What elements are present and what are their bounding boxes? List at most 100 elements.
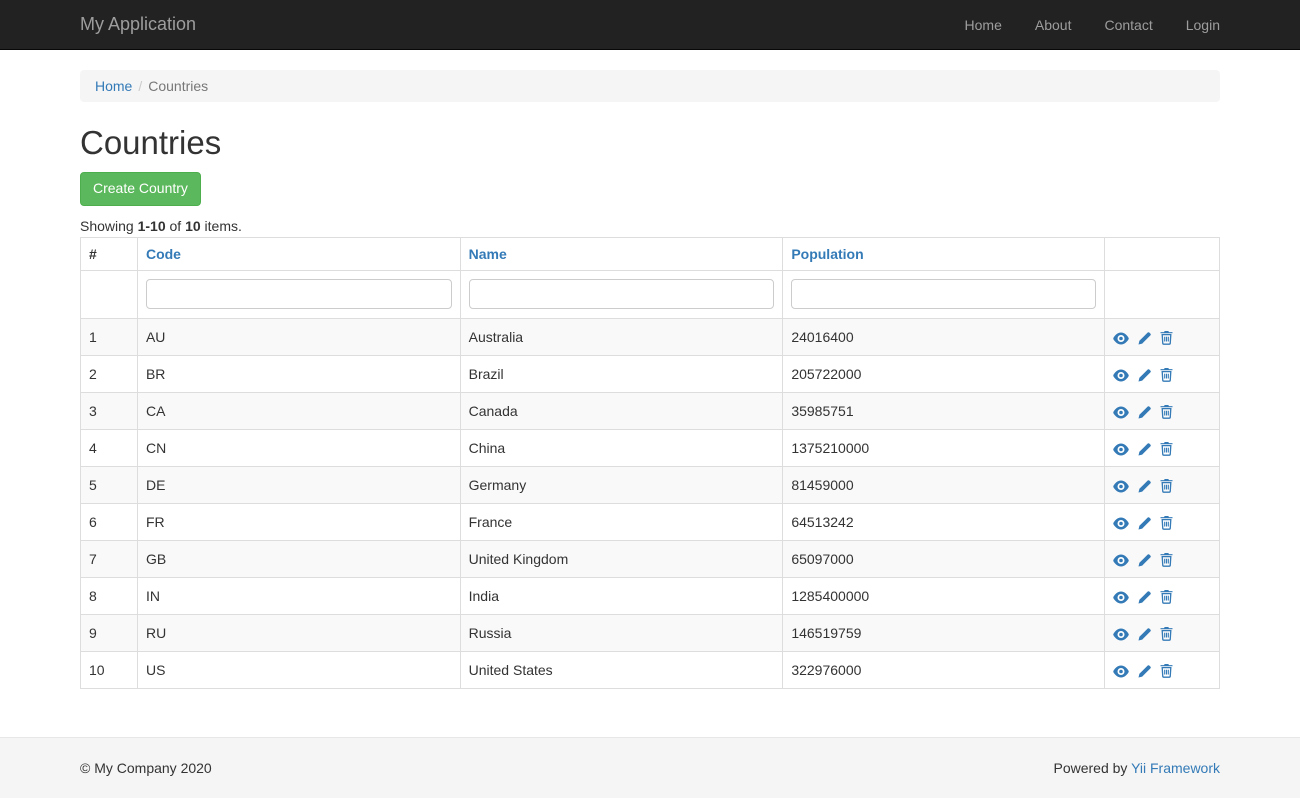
row-actions — [1105, 318, 1220, 355]
trash-icon — [1160, 516, 1173, 530]
table-header-row: # Code Name Population — [81, 237, 1220, 270]
view-button[interactable] — [1113, 404, 1129, 419]
update-button[interactable] — [1138, 478, 1151, 493]
nav-item-about[interactable]: About — [1035, 17, 1072, 33]
row-index: 6 — [81, 503, 138, 540]
view-button[interactable] — [1113, 589, 1129, 604]
delete-button[interactable] — [1160, 367, 1173, 382]
row-name: Brazil — [460, 355, 783, 392]
row-code: US — [137, 651, 460, 688]
code-filter-input[interactable] — [146, 279, 452, 309]
powered-by-prefix: Powered by — [1053, 760, 1131, 776]
nav-item-login[interactable]: Login — [1186, 17, 1220, 33]
name-filter-input[interactable] — [469, 279, 775, 309]
delete-button[interactable] — [1160, 330, 1173, 345]
update-button[interactable] — [1138, 367, 1151, 382]
pencil-icon — [1138, 443, 1151, 456]
breadcrumb-current: Countries — [148, 78, 208, 94]
row-code: RU — [137, 614, 460, 651]
row-code: FR — [137, 503, 460, 540]
navbar-menu: Home About Contact Login — [932, 17, 1220, 33]
breadcrumb-separator: / — [132, 78, 148, 94]
view-button[interactable] — [1113, 626, 1129, 641]
update-button[interactable] — [1138, 515, 1151, 530]
trash-icon — [1160, 590, 1173, 604]
row-code: AU — [137, 318, 460, 355]
row-name: China — [460, 429, 783, 466]
pencil-icon — [1138, 628, 1151, 641]
update-button[interactable] — [1138, 404, 1151, 419]
delete-button[interactable] — [1160, 552, 1173, 567]
view-button[interactable] — [1113, 515, 1129, 530]
table-row: 5 DE Germany 81459000 — [81, 466, 1220, 503]
view-button[interactable] — [1113, 330, 1129, 345]
row-population: 64513242 — [783, 503, 1105, 540]
table-row: 3 CA Canada 35985751 — [81, 392, 1220, 429]
row-index: 5 — [81, 466, 138, 503]
sort-link-name[interactable]: Name — [469, 246, 507, 262]
update-button[interactable] — [1138, 441, 1151, 456]
yii-framework-link[interactable]: Yii Framework — [1131, 760, 1220, 776]
delete-button[interactable] — [1160, 441, 1173, 456]
eye-icon — [1113, 480, 1129, 493]
column-header-index: # — [81, 237, 138, 270]
row-index: 3 — [81, 392, 138, 429]
breadcrumb: Home/Countries — [80, 70, 1220, 102]
summary-total: 10 — [185, 218, 201, 234]
delete-button[interactable] — [1160, 404, 1173, 419]
update-button[interactable] — [1138, 552, 1151, 567]
eye-icon — [1113, 406, 1129, 419]
trash-icon — [1160, 442, 1173, 456]
row-population: 65097000 — [783, 540, 1105, 577]
eye-icon — [1113, 591, 1129, 604]
nav-item-contact[interactable]: Contact — [1104, 17, 1152, 33]
delete-button[interactable] — [1160, 626, 1173, 641]
row-index: 2 — [81, 355, 138, 392]
column-header-actions — [1105, 237, 1220, 270]
view-button[interactable] — [1113, 552, 1129, 567]
table-row: 9 RU Russia 146519759 — [81, 614, 1220, 651]
row-actions — [1105, 540, 1220, 577]
row-population: 35985751 — [783, 392, 1105, 429]
population-filter-input[interactable] — [791, 279, 1096, 309]
sort-link-population[interactable]: Population — [791, 246, 863, 262]
row-index: 1 — [81, 318, 138, 355]
nav-item-home[interactable]: Home — [965, 17, 1002, 33]
row-name: Germany — [460, 466, 783, 503]
breadcrumb-home-link[interactable]: Home — [95, 78, 132, 94]
row-actions — [1105, 503, 1220, 540]
view-button[interactable] — [1113, 478, 1129, 493]
table-row: 7 GB United Kingdom 65097000 — [81, 540, 1220, 577]
update-button[interactable] — [1138, 663, 1151, 678]
table-filter-row — [81, 270, 1220, 318]
create-country-button[interactable]: Create Country — [80, 172, 201, 206]
delete-button[interactable] — [1160, 589, 1173, 604]
row-name: United States — [460, 651, 783, 688]
row-index: 4 — [81, 429, 138, 466]
update-button[interactable] — [1138, 626, 1151, 641]
row-index: 7 — [81, 540, 138, 577]
filter-cell-actions — [1105, 270, 1220, 318]
pencil-icon — [1138, 406, 1151, 419]
row-population: 81459000 — [783, 466, 1105, 503]
view-button[interactable] — [1113, 441, 1129, 456]
delete-button[interactable] — [1160, 663, 1173, 678]
row-population: 1285400000 — [783, 577, 1105, 614]
table-row: 8 IN India 1285400000 — [81, 577, 1220, 614]
summary-prefix: Showing — [80, 218, 138, 234]
update-button[interactable] — [1138, 330, 1151, 345]
trash-icon — [1160, 331, 1173, 345]
sort-link-code[interactable]: Code — [146, 246, 181, 262]
row-code: IN — [137, 577, 460, 614]
view-button[interactable] — [1113, 367, 1129, 382]
update-button[interactable] — [1138, 589, 1151, 604]
row-name: Canada — [460, 392, 783, 429]
grid-summary: Showing 1-10 of 10 items. — [80, 218, 1220, 234]
trash-icon — [1160, 627, 1173, 641]
delete-button[interactable] — [1160, 515, 1173, 530]
eye-icon — [1113, 369, 1129, 382]
delete-button[interactable] — [1160, 478, 1173, 493]
table-row: 10 US United States 322976000 — [81, 651, 1220, 688]
view-button[interactable] — [1113, 663, 1129, 678]
app-brand-link[interactable]: My Application — [80, 14, 196, 35]
